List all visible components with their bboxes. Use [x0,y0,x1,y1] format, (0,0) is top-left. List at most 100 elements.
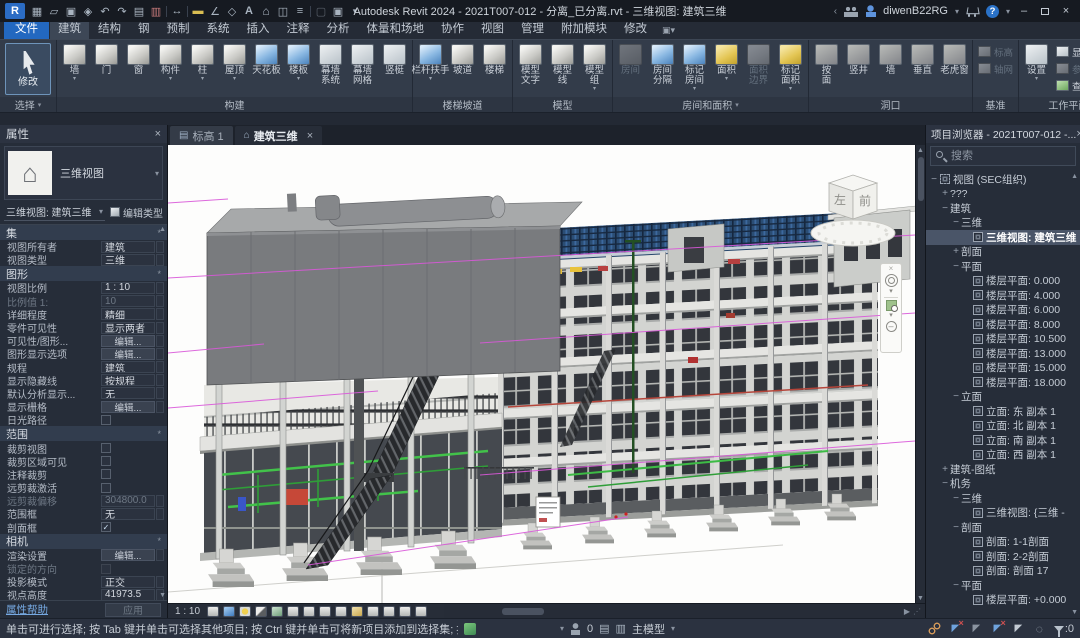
more-button[interactable] [156,387,164,399]
ribbon-button-竖井[interactable]: 竖井 [843,43,874,77]
revit-logo[interactable]: R [5,3,25,19]
analysis-icon[interactable] [415,606,427,617]
tree-item-立面南副本1[interactable]: 立面: 南 副本 1 [926,433,1080,448]
drag-on-selection-icon[interactable] [1012,622,1025,635]
tree-item-楼层平面+0.000[interactable]: 楼层平面: +0.000 [926,593,1080,608]
ribbon-button-模型组[interactable]: 模型组▾ [579,43,610,93]
switch-windows-icon[interactable] [331,4,345,18]
ribbon-button-墙[interactable]: 墙 [875,43,906,77]
property-value[interactable]: 无 [101,387,155,399]
more-button[interactable] [156,254,164,266]
print-icon[interactable] [132,4,146,18]
ribbon-button-窗[interactable]: 窗 [123,43,154,77]
main-model-icon[interactable]: ▥ [616,622,626,635]
text-icon[interactable] [242,4,256,18]
press-drag-icon[interactable] [1033,622,1046,635]
tag-icon[interactable] [225,4,239,18]
ribbon-button-查看器[interactable]: 查看器 [1053,77,1080,94]
edit-button[interactable]: 编辑... [101,335,155,347]
close-button[interactable]: × [1059,5,1073,17]
select-pinned-icon[interactable] [970,622,983,635]
selection-filter[interactable]: :0 [1054,623,1074,635]
properties-help-link[interactable]: 属性帮助 [6,602,48,617]
property-value[interactable]: 1 : 10 [101,282,155,294]
view-tab-建筑三维[interactable]: ⌂建筑三维× [235,126,322,145]
more-button[interactable] [156,576,164,588]
reveal-hidden-icon[interactable] [351,606,363,617]
more-button[interactable] [156,348,164,360]
checkbox[interactable] [101,456,111,466]
tree-item-平面[interactable]: −平面 [926,578,1080,593]
design-options-icon[interactable]: ▤ [599,622,609,635]
dropdown-caret-icon[interactable]: ▾ [169,76,172,82]
more-button[interactable] [156,549,164,561]
hide-isolate-icon[interactable] [335,606,347,617]
tree-scroll-up-icon[interactable]: ▲ [1071,173,1078,180]
wheel-menu-caret-icon[interactable]: ▾ [889,289,893,295]
viewcube-left-face[interactable]: 左 [834,192,846,207]
resize-grip-icon[interactable]: ⋰ [913,607,925,616]
tree-item-[interactable]: +??? [926,187,1080,202]
undo-icon[interactable] [98,4,112,18]
edit-button[interactable]: 编辑... [101,401,155,413]
tree-item-立面东副本1[interactable]: 立面: 东 副本 1 [926,404,1080,419]
panel-label-洞口[interactable]: 洞口 [809,97,972,112]
edit-button[interactable]: 编辑... [101,348,155,360]
checkbox[interactable] [101,469,111,479]
more-button[interactable] [156,335,164,347]
ribbon-display-toggle-icon[interactable]: ▣▾ [662,25,675,39]
tree-item-楼层平面15.000[interactable]: 楼层平面: 15.000 [926,361,1080,376]
tree-scroll-down-icon[interactable]: ▼ [1071,609,1078,616]
edit-button[interactable]: 编辑... [101,549,155,561]
property-value[interactable]: 按规程 [101,374,155,386]
dropdown-caret-icon[interactable]: ▾ [789,86,792,92]
ribbon-button-修改[interactable]: 修改 [5,43,51,95]
app-store-cart-icon[interactable] [966,6,979,17]
search-input[interactable] [930,146,1076,166]
collapse-search-icon[interactable]: ‹ [834,6,837,17]
edit-type-button[interactable]: 编辑类型 [110,205,163,220]
ribbon-button-幕墙系统[interactable]: 幕墙系统 [315,43,346,87]
horizontal-scroll-thumb[interactable] [502,608,544,615]
model-canvas[interactable]: 左 前 × ▾ ▾ – [168,145,915,603]
tree-item-立面北副本1[interactable]: 立面: 北 副本 1 [926,419,1080,434]
ribbon-button-楼板[interactable]: 楼板▾ [283,43,314,83]
tree-item-楼层平面6.000[interactable]: 楼层平面: 6.000 [926,303,1080,318]
tree-item-剖面剖面17[interactable]: 剖面: 剖面 17 [926,564,1080,579]
ribbon-button-面积[interactable]: 面积▾ [711,43,742,83]
ribbon-button-楼梯[interactable]: 楼梯 [479,43,510,77]
help-menu-caret-icon[interactable]: ▾ [1006,7,1010,16]
tree-item-三维[interactable]: −三维 [926,491,1080,506]
ribbon-button-按面[interactable]: 按面 [811,43,842,87]
zoom-menu-caret-icon[interactable]: ▾ [889,313,893,319]
ribbon-button-标记面积[interactable]: 标记面积▾ [775,43,806,93]
checkbox[interactable] [101,415,111,425]
dropdown-caret-icon[interactable]: ▾ [1035,76,1038,82]
render-icon[interactable] [271,606,283,617]
editing-requests-icon[interactable] [570,623,581,635]
ribbon-button-模型文字[interactable]: 模型文字 [515,43,546,87]
more-button[interactable] [156,295,164,307]
dropdown-caret-icon[interactable]: ▾ [297,76,300,82]
ribbon-button-栏杆扶手[interactable]: 栏杆扶手▾ [415,43,446,83]
checkbox[interactable] [101,483,111,493]
measure-icon[interactable] [170,4,184,18]
more-button[interactable] [156,495,164,507]
crop-view-icon[interactable] [287,606,299,617]
tree-item-剖面[interactable]: +剖面 [926,245,1080,260]
lock-view-icon[interactable] [319,606,331,617]
steering-wheel-icon[interactable] [885,274,898,287]
apply-button[interactable]: 应用 [105,603,161,617]
scroll-right-icon[interactable]: ▶ [901,607,913,616]
angle-icon[interactable] [208,4,222,18]
more-button[interactable] [156,374,164,386]
property-value[interactable]: 建筑 [101,361,155,373]
transfer-icon[interactable] [149,4,163,18]
property-group-范围[interactable]: 范围* [0,426,167,441]
panel-label-选择[interactable]: 选择▾ [0,97,56,112]
viewcube-front-face[interactable]: 前 [859,193,871,208]
dropdown-caret-icon[interactable]: ▾ [233,76,236,82]
panel-label-工作平面[interactable]: 工作平面 [1019,97,1080,112]
tree-item-楼层平面10.500[interactable]: 楼层平面: 10.500 [926,332,1080,347]
navbar-collapse-icon[interactable]: – [886,321,897,332]
